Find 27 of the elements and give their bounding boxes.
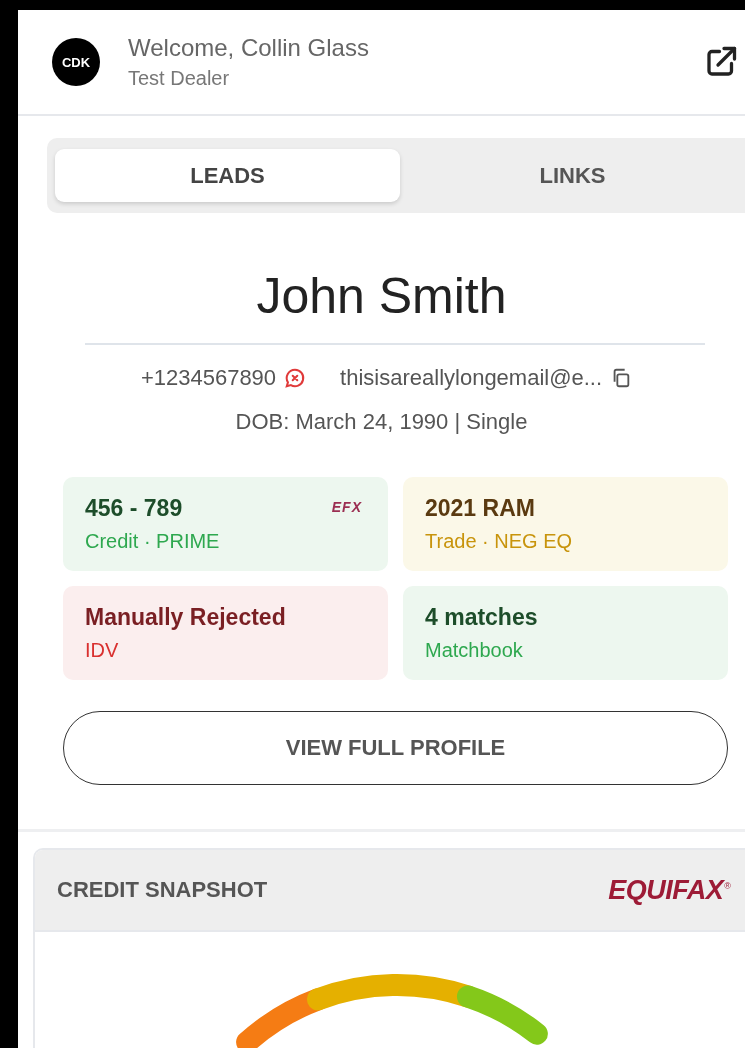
tab[interactable]: LEADS — [55, 149, 400, 202]
status-card[interactable]: 456 - 789 Credit · PRIME EFX — [63, 477, 388, 571]
welcome-text: Welcome, Collin Glass — [128, 34, 370, 62]
view-profile-button[interactable]: VIEW FULL PROFILE — [63, 711, 728, 785]
lead-name: John Smith — [255, 267, 508, 325]
dealer-name: Test Dealer — [128, 67, 231, 90]
card-subtitle: Credit · PRIME — [85, 530, 221, 553]
card-title: 456 - 789 — [85, 495, 183, 522]
card-subtitle: IDV — [85, 639, 120, 662]
tab[interactable]: LINKS — [400, 149, 745, 202]
card-subtitle: Matchbook — [425, 639, 524, 662]
registered-mark: ® — [724, 880, 731, 891]
bureau-logo: EQUIFAX — [608, 874, 724, 906]
status-card[interactable]: Manually Rejected IDV — [63, 586, 388, 680]
no-message-icon — [284, 367, 307, 389]
status-card[interactable]: 4 matches Matchbook — [403, 586, 728, 680]
card-title: Manually Rejected — [85, 604, 286, 631]
status-card[interactable]: 2021 RAM Trade · NEG EQ — [403, 477, 728, 571]
email-address: thisisareallylongemail@e... — [340, 365, 603, 391]
section-title: CREDIT SNAPSHOT — [57, 877, 268, 903]
logo: CDK — [52, 38, 100, 86]
phone-number: +1234567890 — [140, 365, 277, 391]
card-subtitle: Trade · NEG EQ — [425, 530, 574, 553]
dob-text: DOB: March 24, 1990 | Single — [234, 409, 529, 435]
card-title: 4 matches — [425, 604, 538, 631]
bureau-tag: EFX — [331, 499, 362, 515]
card-title: 2021 RAM — [425, 495, 535, 522]
